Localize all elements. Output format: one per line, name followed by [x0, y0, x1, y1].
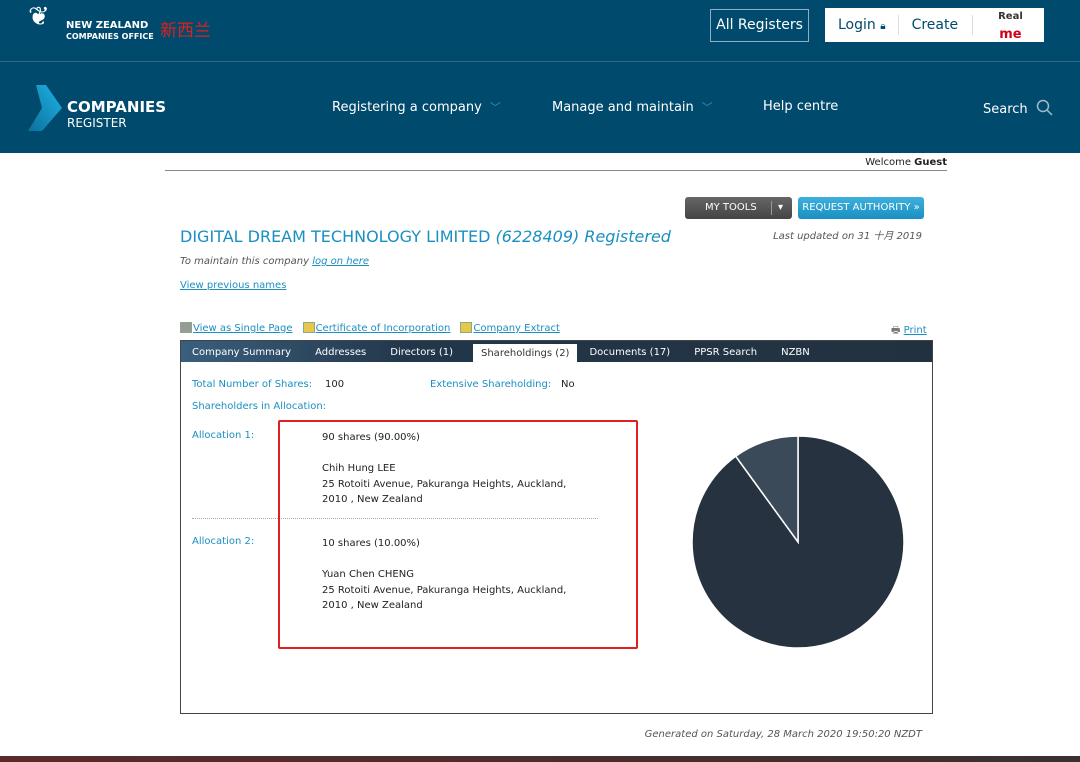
company-name: DIGITAL DREAM TECHNOLOGY LIMITED — [180, 227, 491, 246]
realme-2: me — [999, 26, 1022, 42]
tab-nzbn[interactable]: NZBN — [781, 341, 822, 362]
all-registers-button[interactable]: All Registers — [710, 9, 809, 42]
tab-addresses[interactable]: Addresses — [315, 341, 378, 362]
fern-icon: ❦ — [28, 2, 50, 32]
certificate-icon — [302, 322, 315, 333]
welcome-bar: Welcome Guest — [165, 157, 947, 171]
allocation-label: Allocation 2: — [192, 536, 255, 547]
login-button[interactable]: Login 🔒︎ — [838, 17, 886, 33]
tab-directors[interactable]: Directors (1) — [390, 341, 465, 362]
lock-icon: 🔒︎ — [880, 21, 886, 32]
tab-company-summary[interactable]: Company Summary — [192, 341, 303, 362]
tab-bar: Company Summary Addresses Directors (1) Sha… — [181, 341, 932, 362]
last-updated: Last updated on 31 十月 2019 — [773, 231, 922, 242]
company-number-status: (6228409) Registered — [495, 227, 671, 246]
chevron-down-icon: ﹀ — [489, 101, 501, 114]
page-title: DIGITAL DREAM TECHNOLOGY LIMITED (622840… — [180, 227, 671, 246]
document-links: View as Single Page Certificate of Incor… — [180, 322, 560, 334]
caret-down-icon: ▾ — [771, 201, 783, 215]
total-shares-value: 100 — [325, 379, 345, 390]
print-link[interactable]: Print — [904, 325, 927, 336]
binoculars-icon — [180, 322, 192, 333]
realme-1: Real — [998, 10, 1023, 22]
my-tools-button[interactable]: MY TOOLS ▾ — [685, 197, 792, 219]
extensive-value: No — [561, 379, 575, 390]
divider — [897, 15, 899, 35]
login-label: Login — [838, 17, 876, 33]
extensive-label: Extensive Shareholding: — [430, 379, 552, 390]
logo-line1: NEW ZEALAND — [66, 20, 149, 31]
tab-ppsr-search[interactable]: PPSR Search — [694, 341, 769, 362]
chevron-down-icon: ﹀ — [701, 101, 713, 114]
nav-label: Manage and maintain — [552, 100, 694, 115]
divider — [0, 61, 1080, 62]
generated-footer: Generated on Saturday, 28 March 2020 19:… — [644, 729, 922, 740]
tab-shareholdings[interactable]: Shareholdings (2) — [473, 344, 578, 362]
my-tools-label: MY TOOLS — [705, 202, 757, 213]
previous-names-link[interactable]: View previous names — [180, 280, 286, 291]
nav-search[interactable]: Search — [983, 99, 1054, 117]
companies-register-brand[interactable]: COMPANIES REGISTER — [67, 98, 166, 130]
chevron-logo-icon — [28, 85, 62, 131]
nav-manage[interactable]: Manage and maintain ﹀ — [552, 99, 713, 115]
search-icon — [1036, 99, 1053, 116]
top-header: ❦ NEW ZEALAND COMPANIES OFFICE 新西兰 All Re… — [0, 0, 1080, 153]
logo-line2: COMPANIES OFFICE — [66, 32, 154, 41]
realme-logo[interactable]: Real me — [998, 10, 1023, 42]
printer-icon: 🖶 — [891, 325, 901, 336]
highlight-box — [278, 420, 638, 649]
log-on-link[interactable]: log on here — [312, 256, 369, 267]
allocation-label: Allocation 1: — [192, 430, 255, 441]
login-box: Login 🔒︎ Create Real me — [825, 8, 1044, 42]
nav-registering[interactable]: Registering a company ﹀ — [332, 99, 501, 115]
maintain-text: To maintain this company log on here — [180, 256, 369, 267]
total-shares-label: Total Number of Shares: — [192, 379, 313, 390]
request-authority-button[interactable]: REQUEST AUTHORITY » — [798, 197, 924, 219]
view-single-page-link[interactable]: View as Single Page — [193, 323, 293, 334]
cn-label: 新西兰 — [160, 21, 211, 41]
shareholding-pie-chart — [691, 435, 905, 649]
bottom-strip — [0, 756, 1080, 762]
welcome-user: Guest — [914, 157, 947, 168]
company-extract-link[interactable]: Company Extract — [473, 323, 560, 334]
divider — [972, 15, 974, 35]
nav-help[interactable]: Help centre — [763, 99, 838, 114]
nav-label: Registering a company — [332, 100, 482, 115]
brand-line1: COMPANIES — [67, 98, 167, 116]
maintain-label: To maintain this company — [180, 256, 313, 267]
extract-icon — [460, 322, 473, 333]
create-button[interactable]: Create — [912, 17, 959, 33]
welcome-text: Welcome — [865, 157, 915, 168]
tab-documents[interactable]: Documents (17) — [589, 341, 682, 362]
nav-label: Search — [983, 102, 1028, 117]
nav-label: Help centre — [763, 99, 839, 114]
certificate-link[interactable]: Certificate of Incorporation — [316, 323, 451, 334]
allocation-heading: Shareholders in Allocation: — [192, 401, 327, 412]
brand-line2: REGISTER — [67, 116, 127, 130]
